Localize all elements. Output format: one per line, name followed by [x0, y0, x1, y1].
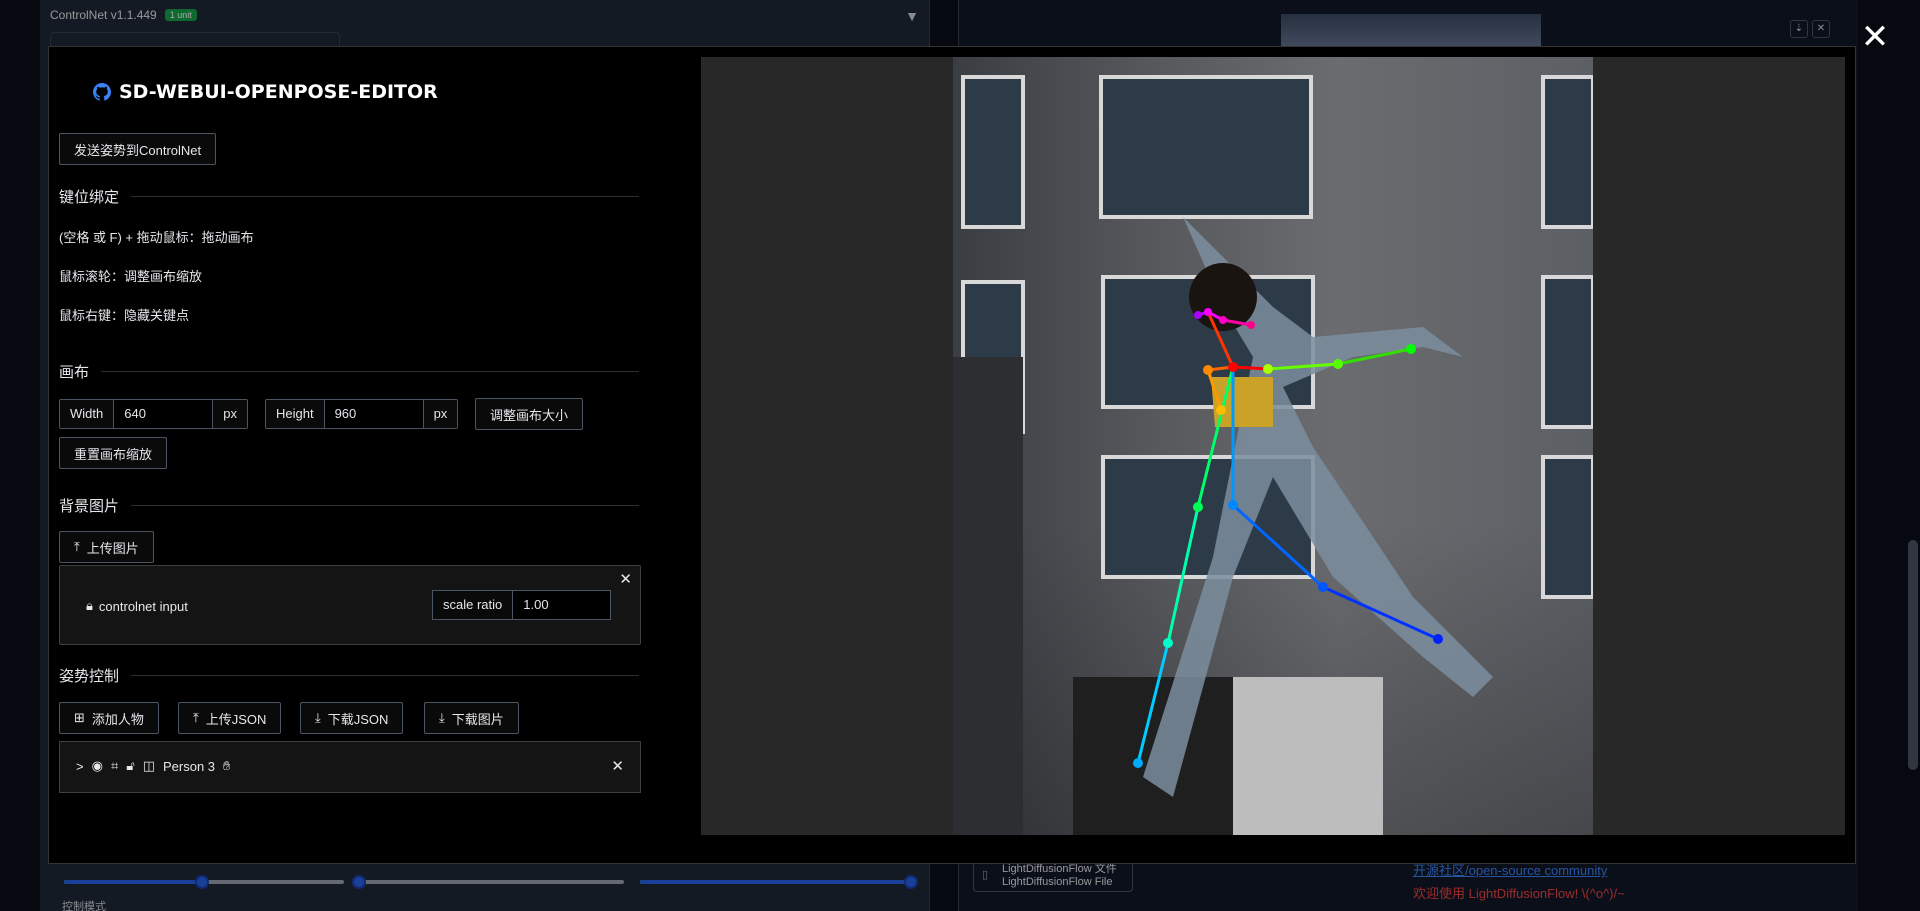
upload-icon: ⤒ [74, 539, 80, 554]
close-icon[interactable]: ✕ [619, 570, 632, 588]
divider [101, 371, 639, 372]
divider [131, 505, 639, 506]
background-section: 背景图片 [59, 495, 639, 516]
eye-icon[interactable]: ◉ [92, 758, 103, 774]
add-square-icon: ⊞ [74, 710, 85, 725]
openpose-editor-modal: SD-WEBUI-OPENPOSE-EDITOR 发送姿势到ControlNet… [48, 46, 1856, 864]
github-icon [93, 83, 111, 101]
pose-canvas[interactable] [701, 57, 1845, 835]
photo-and-skeleton [953, 75, 1593, 835]
width-unit: px [213, 400, 247, 428]
keybind-section-title: 键位绑定 [59, 189, 120, 206]
pose-section-title: 姿势控制 [59, 668, 120, 685]
background-section-title: 背景图片 [59, 498, 120, 515]
upload-icon: ⤒ [193, 710, 199, 725]
lock-icon[interactable]: 🔒︎ [86, 598, 93, 614]
keybind-line-hide: 鼠标右键：隐藏关键点 [59, 308, 190, 323]
reset-zoom-button[interactable]: 重置画布缩放 [59, 437, 168, 469]
hand-icon[interactable]: ✋︎ [223, 758, 230, 774]
add-person-button[interactable]: ⊞ 添加人物 [59, 702, 159, 734]
width-input-group: Width 640 px [59, 399, 248, 429]
wall-shadow [953, 357, 1023, 835]
modal-close-button[interactable]: ✕ [1860, 20, 1890, 54]
width-label: Width [60, 400, 114, 428]
download-icon: ⤓ [439, 710, 445, 725]
send-to-controlnet-button[interactable]: 发送姿势到ControlNet [59, 133, 217, 165]
person-name: Person 3 [163, 758, 216, 774]
resize-canvas-button[interactable]: 调整画布大小 [475, 398, 584, 430]
garage-door [1233, 677, 1383, 835]
editor-title-text: SD-WEBUI-OPENPOSE-EDITOR [119, 81, 438, 103]
background-layer: 🔒︎ controlnet input [86, 598, 188, 614]
keybind-line-zoom: 鼠标滚轮：调整画布缩放 [59, 269, 203, 284]
background-layer-label: controlnet input [98, 598, 188, 614]
background-photo [953, 57, 1593, 835]
height-input[interactable]: 960 [323, 400, 424, 428]
download-icon: ⤓ [315, 710, 321, 725]
canvas-section-title: 画布 [59, 364, 90, 381]
scale-ratio-group: scale ratio 1.00 [432, 590, 612, 620]
keybind-section: 键位绑定 [59, 186, 639, 207]
upload-json-button[interactable]: ⤒ 上传JSON [178, 702, 282, 734]
divider [131, 675, 639, 676]
download-image-button[interactable]: ⤓ 下载图片 [424, 702, 519, 734]
scale-ratio-input[interactable]: 1.00 [512, 591, 611, 619]
remove-person-icon[interactable]: ✕ [611, 757, 624, 775]
editor-side-panel: SD-WEBUI-OPENPOSE-EDITOR 发送姿势到ControlNet… [59, 47, 691, 865]
keybind-line-drag: (空格 或 F) + 拖动鼠标：拖动画布 [59, 230, 254, 245]
upload-image-button[interactable]: ⤒ 上传图片 [59, 531, 154, 563]
person-list-item[interactable]: > ◉ ⌗ 🔓︎ ◫ Person 3 ✋︎ ✕ [59, 741, 641, 793]
divider [131, 196, 639, 197]
download-json-button[interactable]: ⤓ 下载JSON [300, 702, 404, 734]
canvas-section: 画布 [59, 361, 639, 382]
select-frame-icon[interactable]: ⌗ [111, 758, 118, 774]
chevron-right-icon[interactable]: > [76, 759, 84, 774]
height-input-group: Height 960 px [265, 399, 459, 429]
height-label: Height [266, 400, 324, 428]
background-layer-card: ✕ 🔒︎ controlnet input scale ratio 1.00 [59, 565, 641, 645]
flip-icon[interactable]: ◫ [143, 758, 155, 774]
height-unit: px [423, 400, 458, 428]
unlock-icon[interactable]: 🔓︎ [126, 758, 134, 774]
scale-ratio-label: scale ratio [433, 591, 513, 619]
pose-section: 姿势控制 [59, 665, 639, 686]
width-input[interactable]: 640 [113, 400, 214, 428]
editor-title[interactable]: SD-WEBUI-OPENPOSE-EDITOR [93, 81, 438, 103]
